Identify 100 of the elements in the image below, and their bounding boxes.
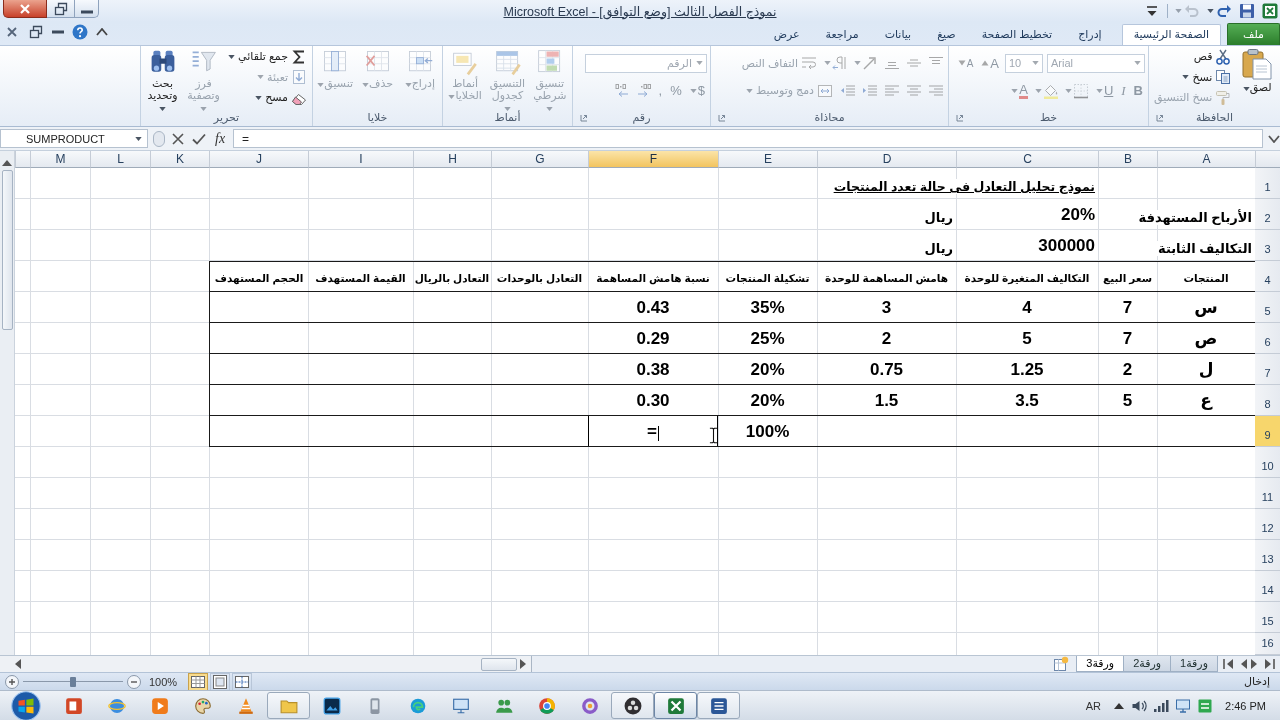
row-header[interactable]: 1	[1255, 168, 1280, 199]
zoom-out-icon[interactable]	[126, 673, 142, 690]
column-header[interactable]: G	[491, 151, 588, 168]
row-header[interactable]: 3	[1255, 230, 1280, 261]
image-icon[interactable]	[322, 696, 341, 715]
horizontal-scrollbar[interactable]	[0, 656, 532, 672]
formula-input[interactable]: =	[233, 129, 1263, 148]
palette-icon[interactable]	[193, 696, 212, 715]
monitor-icon[interactable]	[1175, 697, 1192, 714]
column-header[interactable]: K	[150, 151, 209, 168]
column-header[interactable]: L	[90, 151, 150, 168]
taskbar-button[interactable]	[611, 692, 654, 719]
left-arrow-icon[interactable]	[1239, 658, 1248, 670]
cut-button[interactable]: قص	[1191, 47, 1234, 66]
restore-icon[interactable]	[28, 24, 44, 40]
sheet-tab[interactable]: ورقة2	[1123, 656, 1172, 672]
dialog-launcher-icon[interactable]	[718, 113, 726, 122]
cancel-icon[interactable]	[170, 130, 186, 147]
clock[interactable]: 2:46 PM	[1225, 699, 1266, 712]
scrollbar-thumb[interactable]	[1, 170, 13, 330]
dialog-launcher-icon[interactable]	[1156, 113, 1164, 122]
globe-icon[interactable]	[107, 696, 126, 715]
ribbon-tab[interactable]: الصفحة الرئيسية	[1121, 24, 1222, 45]
ribbon-tab[interactable]: إدراج	[1066, 24, 1114, 45]
vertical-scrollbar[interactable]	[0, 151, 15, 655]
taskbar-button[interactable]	[697, 692, 740, 719]
spreadsheet-app-icon[interactable]	[1262, 3, 1278, 19]
view-button[interactable]	[210, 672, 231, 691]
paste-button[interactable]: لصق	[1237, 46, 1277, 94]
row-header[interactable]: 12	[1255, 509, 1280, 540]
dialog-launcher-icon[interactable]	[956, 113, 964, 122]
row-header[interactable]: 4	[1255, 261, 1280, 292]
row-header[interactable]: 9	[1255, 416, 1280, 447]
slider-thumb[interactable]	[70, 676, 76, 687]
name-box[interactable]: SUMPRODUCT	[0, 129, 148, 148]
autosum-button[interactable]: جمع تلقائي	[226, 47, 309, 66]
up-caret-icon[interactable]	[1113, 701, 1126, 710]
column-header[interactable]: D	[817, 151, 956, 168]
minimize-icon[interactable]	[52, 30, 64, 34]
row-header[interactable]: 16	[1255, 633, 1280, 655]
sheet-tab[interactable]: ورقة1	[1170, 656, 1218, 672]
chevron-up-icon[interactable]	[96, 28, 108, 36]
signal-bars-icon[interactable]	[1153, 697, 1170, 714]
copy-button[interactable]: نسخ	[1180, 68, 1234, 86]
column-header[interactable]: I	[308, 151, 413, 168]
find-select-button[interactable]: بحث وتحديد	[144, 46, 182, 114]
column-header[interactable]: A	[1157, 151, 1255, 168]
play-icon[interactable]	[150, 696, 169, 715]
ribbon-tab[interactable]: عرض	[761, 24, 812, 45]
row-header[interactable]: 6	[1255, 323, 1280, 354]
swirl-icon[interactable]	[408, 696, 427, 715]
ring-icon[interactable]	[580, 696, 599, 715]
help-icon[interactable]	[72, 24, 88, 40]
close-button[interactable]	[3, 0, 47, 18]
column-header[interactable]: C	[956, 151, 1098, 168]
traffic-cone-icon[interactable]	[236, 696, 255, 715]
language-indicator[interactable]: AR	[1085, 699, 1102, 712]
right-arrow-icon[interactable]	[1250, 658, 1259, 670]
undo-arrow-icon[interactable]	[1216, 3, 1232, 19]
row-header[interactable]: 10	[1255, 447, 1280, 478]
row-header[interactable]: 13	[1255, 540, 1280, 571]
color-wheel-icon[interactable]	[537, 696, 556, 715]
insert-function-button[interactable]: fx	[212, 130, 229, 147]
ribbon-tab[interactable]: تخطيط الصفحة	[969, 24, 1065, 45]
right-arrow-icon[interactable]	[519, 658, 527, 670]
insert-sheet-icon[interactable]	[1053, 656, 1070, 672]
start-orb-icon[interactable]	[11, 690, 41, 720]
column-header[interactable]: J	[209, 151, 308, 168]
chevron-down-icon[interactable]	[1268, 134, 1280, 143]
tray-app-icon[interactable]	[1197, 697, 1214, 714]
sheet-tab[interactable]: ورقة3	[1076, 656, 1125, 672]
row-header[interactable]: 8	[1255, 385, 1280, 416]
column-header[interactable]: M	[30, 151, 90, 168]
ribbon-tab[interactable]: بيانات	[872, 24, 924, 45]
row-header[interactable]: 5	[1255, 292, 1280, 323]
ribbon-tab[interactable]: صيغ	[925, 24, 968, 45]
column-header[interactable]: B	[1098, 151, 1157, 168]
row-header[interactable]: 11	[1255, 478, 1280, 509]
restore-button[interactable]	[47, 0, 75, 18]
splitter-handle[interactable]	[153, 130, 165, 147]
zoom-in-icon[interactable]	[4, 673, 20, 690]
dialog-launcher-icon[interactable]	[580, 113, 588, 122]
view-button[interactable]	[188, 672, 209, 691]
column-header[interactable]: H	[413, 151, 491, 168]
up-arrow-icon[interactable]	[1, 159, 13, 167]
zoom-percentage[interactable]: 100%	[149, 675, 178, 688]
minimize-button[interactable]	[75, 0, 99, 18]
file-tab[interactable]: ملف	[1227, 23, 1280, 45]
column-header[interactable]: E	[718, 151, 817, 168]
left-arrow-icon[interactable]	[14, 658, 22, 670]
presentation-icon[interactable]	[64, 696, 83, 715]
row-header[interactable]: 2	[1255, 199, 1280, 230]
select-all-button[interactable]	[1255, 151, 1280, 168]
view-button[interactable]	[232, 672, 253, 691]
scrollbar-thumb[interactable]	[481, 657, 517, 671]
monitor-icon[interactable]	[451, 696, 470, 715]
cell-input-field[interactable]: =	[588, 416, 718, 447]
column-header[interactable]: F	[588, 151, 718, 168]
ribbon-tab[interactable]: مراجعة	[813, 24, 871, 45]
row-header[interactable]: 14	[1255, 571, 1280, 602]
